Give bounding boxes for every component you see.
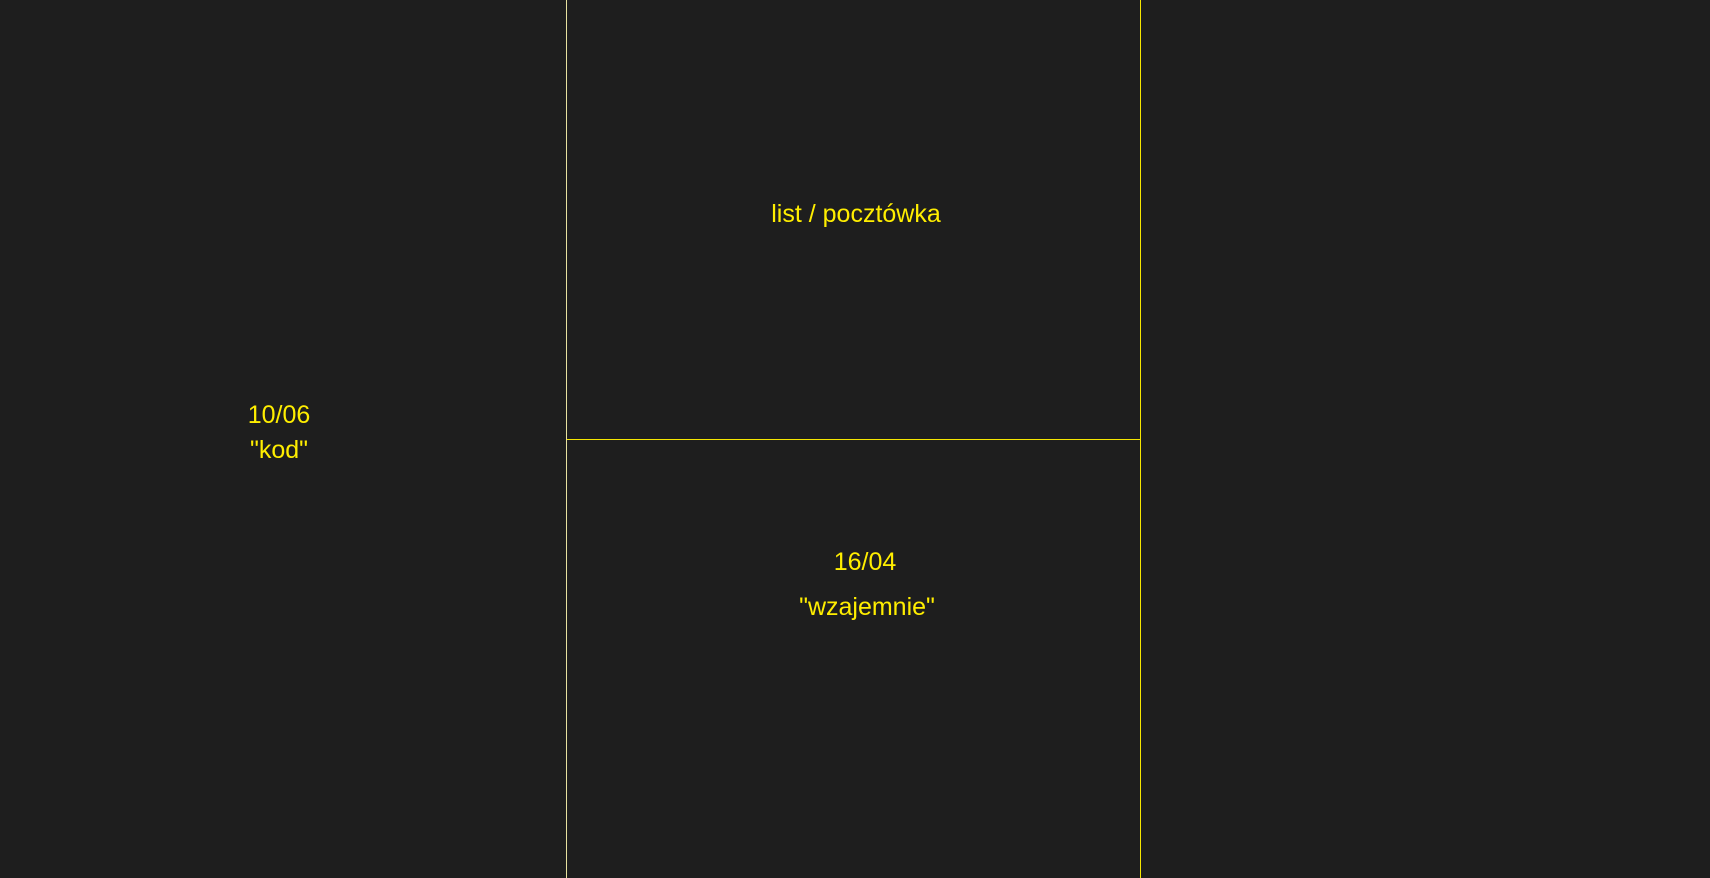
middle-horizontal-divider (567, 439, 1141, 440)
middle-top-label: list / pocztówka (771, 200, 941, 228)
middle-bottom-word: "wzajemnie" (799, 593, 935, 621)
left-word: "kod" (249, 436, 309, 464)
left-date: 10/06 (247, 401, 311, 429)
middle-bottom-date: 16/04 (833, 548, 897, 576)
